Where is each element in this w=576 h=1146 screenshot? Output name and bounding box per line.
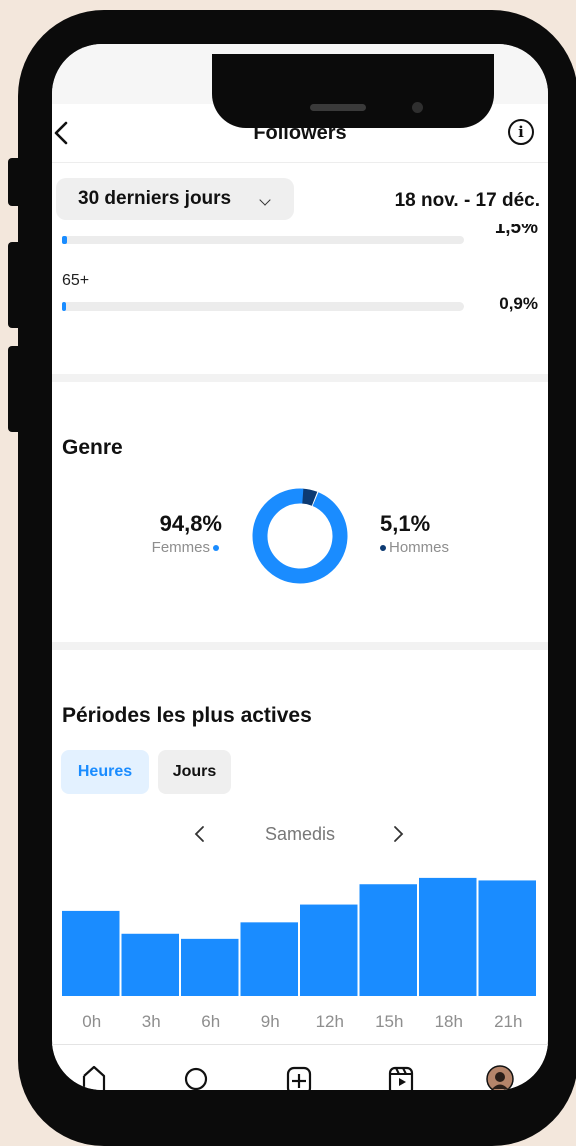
age-bar [62,302,464,311]
age-value: 0,9% [499,294,538,313]
screen: Followers i 30 derniers jours 18 nov. - … [52,44,548,1090]
speaker [310,104,366,111]
info-icon: i [518,123,524,141]
date-range: 18 nov. - 17 déc. [394,190,540,211]
info-button[interactable]: i [508,119,534,145]
gender-donut-chart [252,488,348,584]
x-tick-label: 0h [82,1012,101,1031]
age-bar-partial-fill [62,236,67,244]
tab-days[interactable]: Jours [158,750,231,794]
men-percent: 5,1% [380,511,431,536]
day-navigator: Samedis [52,820,548,850]
chevron-right-icon [394,826,404,842]
bar-6h [181,938,239,996]
age-bar-fill [62,302,66,311]
reels-icon[interactable] [387,1063,415,1090]
men-legend: Hommes [380,539,500,556]
women-legend: Femmes [130,539,222,556]
home-icon[interactable] [80,1063,108,1090]
x-tick-label: 15h [375,1012,403,1031]
day-label: Samedis [264,824,336,844]
period-dropdown[interactable]: 30 derniers jours [56,178,294,220]
bar-15h [359,884,417,996]
profile-avatar[interactable] [486,1063,514,1090]
section-divider [52,642,548,650]
bar-3h [121,933,179,996]
women-percent: 94,8% [159,511,222,536]
notch [212,54,494,128]
women-label: Femmes [151,539,210,556]
side-button-silent [8,158,18,206]
x-tick-label: 6h [201,1012,220,1031]
x-tick-label: 18h [435,1012,463,1031]
create-icon[interactable] [285,1063,313,1090]
bar-18h [419,877,477,996]
bar-12h [300,904,358,996]
gender-women: 94,8% Femmes [130,511,222,556]
women-dot [213,545,219,552]
bottom-navigation [52,1044,548,1090]
activity-bar-chart: 0h 3h 6h 9h 12h 15h 18h 21h [62,877,536,1031]
age-bar-partial [62,236,464,244]
gender-men: 5,1% Hommes [380,511,500,556]
bar-0h [62,910,120,996]
search-icon[interactable] [182,1063,210,1090]
bar-21h [478,880,536,996]
x-tick-label: 12h [316,1012,344,1031]
age-value-partial: 1,5% [494,224,538,236]
active-periods-title: Périodes les plus actives [62,704,312,727]
men-label: Hommes [389,539,450,556]
bar-9h [240,922,298,996]
chevron-down-icon [259,194,271,206]
period-dropdown-label: 30 derniers jours [78,188,232,209]
camera [412,102,423,113]
x-tick-label: 21h [494,1012,522,1031]
section-divider [52,374,548,382]
donut-segment-women [252,488,348,584]
men-dot [380,545,386,552]
x-tick-label: 9h [261,1012,280,1031]
tab-hours[interactable]: Heures [61,750,149,794]
side-button-volume-up [8,242,18,328]
age-label: 65+ [62,272,90,289]
gender-title: Genre [62,436,123,459]
x-tick-label: 3h [142,1012,161,1031]
next-day-button[interactable] [388,822,408,846]
side-button-volume-down [8,346,18,432]
